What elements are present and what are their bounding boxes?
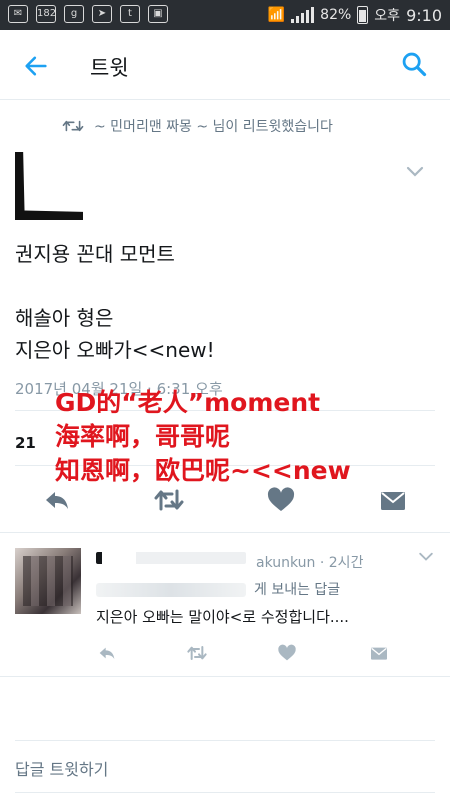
- retweet-count-row[interactable]: 21: [15, 434, 42, 452]
- avatar[interactable]: [15, 548, 81, 614]
- overlay-caption: GD的“老人”moment 海率啊，哥哥呢 知恩啊，欧巴呢~<<new: [55, 388, 351, 485]
- reply-text: 지은아 오빠는 말이야<로 수정합니다....: [96, 608, 349, 626]
- retweeted-by-banner[interactable]: ~ 민머리맨 짜몽 ~ 님이 리트윗했습니다: [62, 116, 333, 136]
- retweeted-by-text: ~ 민머리맨 짜몽 ~ 님이 리트윗했습니다: [94, 119, 333, 135]
- clock-ampm: 오후: [374, 8, 401, 24]
- message-icon[interactable]: [378, 485, 408, 515]
- retweet-count: 21: [15, 434, 36, 452]
- retweet-icon: [62, 120, 84, 132]
- chevron-down-icon[interactable]: [406, 166, 424, 178]
- reply-author-blurred[interactable]: [96, 552, 246, 568]
- retweet-icon[interactable]: [154, 485, 184, 515]
- signal-icon: [291, 7, 315, 23]
- reply-icon[interactable]: [42, 485, 72, 515]
- divider: [15, 740, 435, 741]
- clock-time: 9:10: [406, 5, 442, 25]
- send-notification-icon: ➤: [92, 5, 112, 23]
- reply-icon[interactable]: [96, 643, 118, 663]
- message-icon[interactable]: [368, 643, 390, 663]
- message-notification-icon: ✉: [8, 5, 28, 23]
- like-icon[interactable]: [276, 643, 298, 663]
- reply-to-text: 게 보내는 답글: [254, 582, 341, 598]
- reply-to-blurred: [96, 583, 246, 597]
- divider: [0, 676, 450, 677]
- status-notification-icons: ✉ 182 g ➤ t ▣: [8, 5, 168, 23]
- gallery-notification-icon: ▣: [148, 5, 168, 23]
- wifi-icon: 📶: [267, 7, 286, 23]
- notification-count-icon: 182: [36, 5, 56, 23]
- avatar[interactable]: [15, 152, 83, 220]
- battery-percent: 82%: [320, 7, 352, 23]
- reply-compose-input[interactable]: [15, 760, 435, 779]
- page-title: 트윗: [90, 56, 129, 80]
- back-arrow-icon[interactable]: [22, 52, 50, 80]
- twitter-notification-icon: t: [120, 5, 140, 23]
- top-toolbar: 트윗: [0, 30, 450, 100]
- status-bar: ✉ 182 g ➤ t ▣ 📶 82% 오후 9:10: [0, 0, 450, 30]
- divider: [15, 792, 435, 793]
- status-system-icons: 📶 82% 오후 9:10: [268, 5, 442, 25]
- retweet-icon[interactable]: [186, 643, 208, 663]
- battery-icon: [357, 6, 369, 24]
- reply-to-row: 게 보내는 답글: [96, 579, 340, 599]
- divider: [0, 532, 450, 533]
- tweet-text: 권지용 꼰대 모먼트 해솔아 형은 지은아 오빠가<<new!: [15, 242, 215, 362]
- like-icon[interactable]: [266, 485, 296, 515]
- app-notification-icon: g: [64, 5, 84, 23]
- reply-handle-time: akunkun · 2시간: [256, 555, 364, 571]
- chevron-down-icon[interactable]: [418, 552, 434, 562]
- search-icon[interactable]: [400, 50, 428, 78]
